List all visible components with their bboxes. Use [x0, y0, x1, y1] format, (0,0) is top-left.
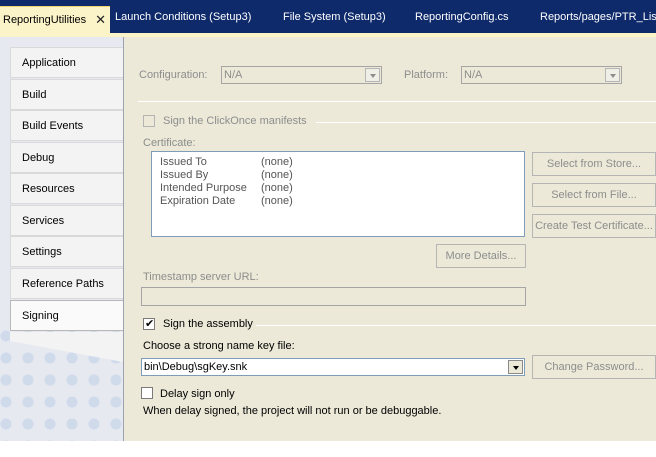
create-test-certificate-button[interactable]: Create Test Certificate...	[532, 214, 656, 238]
nav-item-build[interactable]: Build	[10, 79, 123, 110]
group-separator	[316, 122, 656, 123]
key-file-label: Choose a strong name key file:	[143, 340, 295, 352]
tab-reporting-utilities[interactable]: ReportingUtilities ✕	[0, 6, 110, 33]
more-details-button[interactable]: More Details...	[436, 244, 526, 268]
key-file-value: bin\Debug\sgKey.snk	[144, 361, 248, 373]
sign-clickonce-label: Sign the ClickOnce manifests	[163, 115, 307, 127]
timestamp-url-input[interactable]	[141, 287, 526, 306]
delay-sign-checkbox[interactable]	[141, 387, 153, 399]
close-icon[interactable]: ✕	[95, 7, 106, 33]
tab-reporting-config[interactable]: ReportingConfig.cs	[415, 6, 509, 28]
platform-value: N/A	[464, 69, 483, 81]
cert-row: Expiration Date (none)	[160, 195, 293, 207]
cert-row: Issued By (none)	[160, 169, 293, 181]
tab-label: ReportingUtilities	[3, 14, 87, 26]
sign-assembly-checkbox[interactable]	[143, 317, 155, 330]
nav-item-application[interactable]: Application	[10, 47, 123, 78]
cert-value: (none)	[261, 182, 293, 194]
timestamp-url-label: Timestamp server URL:	[143, 271, 259, 283]
chevron-down-icon	[605, 68, 620, 82]
cert-key: Issued By	[160, 169, 209, 181]
tab-file-system[interactable]: File System (Setup3)	[283, 6, 386, 28]
chevron-down-icon[interactable]	[508, 360, 523, 374]
tab-reports-pages[interactable]: Reports/pages/PTR_Lis	[540, 6, 656, 28]
bottom-margin	[0, 441, 656, 457]
nav-item-debug[interactable]: Debug	[10, 142, 123, 173]
configuration-select[interactable]: N/A	[221, 66, 382, 84]
certificate-label: Certificate:	[143, 137, 196, 149]
sign-clickonce-checkbox[interactable]	[143, 115, 155, 127]
nav-item-resources[interactable]: Resources	[10, 173, 123, 204]
separator	[138, 101, 656, 102]
nav-item-signing[interactable]: Signing	[10, 300, 123, 331]
platform-select[interactable]: N/A	[461, 66, 622, 84]
select-from-file-button[interactable]: Select from File...	[532, 183, 656, 207]
key-file-select[interactable]: bin\Debug\sgKey.snk	[141, 358, 525, 376]
nav-item-reference-paths[interactable]: Reference Paths	[10, 268, 123, 299]
configuration-label: Configuration:	[139, 69, 208, 81]
delay-sign-note: When delay signed, the project will not …	[143, 405, 442, 417]
cert-row: Intended Purpose (none)	[160, 182, 293, 194]
certificate-info-box: Issued To (none) Issued By (none) Intended…	[151, 151, 525, 237]
nav-item-services[interactable]: Services	[10, 205, 123, 236]
select-from-store-button[interactable]: Select from Store...	[532, 152, 656, 176]
group-separator	[256, 325, 656, 326]
cert-key: Expiration Date	[160, 195, 236, 207]
cert-value: (none)	[261, 195, 293, 207]
cert-value: (none)	[261, 169, 293, 181]
cert-row: Issued To (none)	[160, 156, 293, 168]
change-password-button[interactable]: Change Password...	[532, 355, 656, 379]
cert-key: Intended Purpose	[160, 182, 247, 194]
configuration-value: N/A	[224, 69, 243, 81]
platform-label: Platform:	[404, 69, 449, 81]
sign-assembly-label: Sign the assembly	[163, 318, 253, 330]
document-tab-strip: ReportingUtilities ✕ Launch Conditions (…	[0, 0, 656, 35]
delay-sign-label: Delay sign only	[160, 388, 235, 400]
cert-value: (none)	[261, 156, 293, 168]
signing-panel	[123, 37, 656, 441]
cert-key: Issued To	[160, 156, 207, 168]
chevron-down-icon	[365, 68, 380, 82]
nav-item-build-events[interactable]: Build Events	[10, 110, 123, 141]
nav-item-settings[interactable]: Settings	[10, 236, 123, 267]
tab-launch-conditions[interactable]: Launch Conditions (Setup3)	[115, 6, 251, 28]
